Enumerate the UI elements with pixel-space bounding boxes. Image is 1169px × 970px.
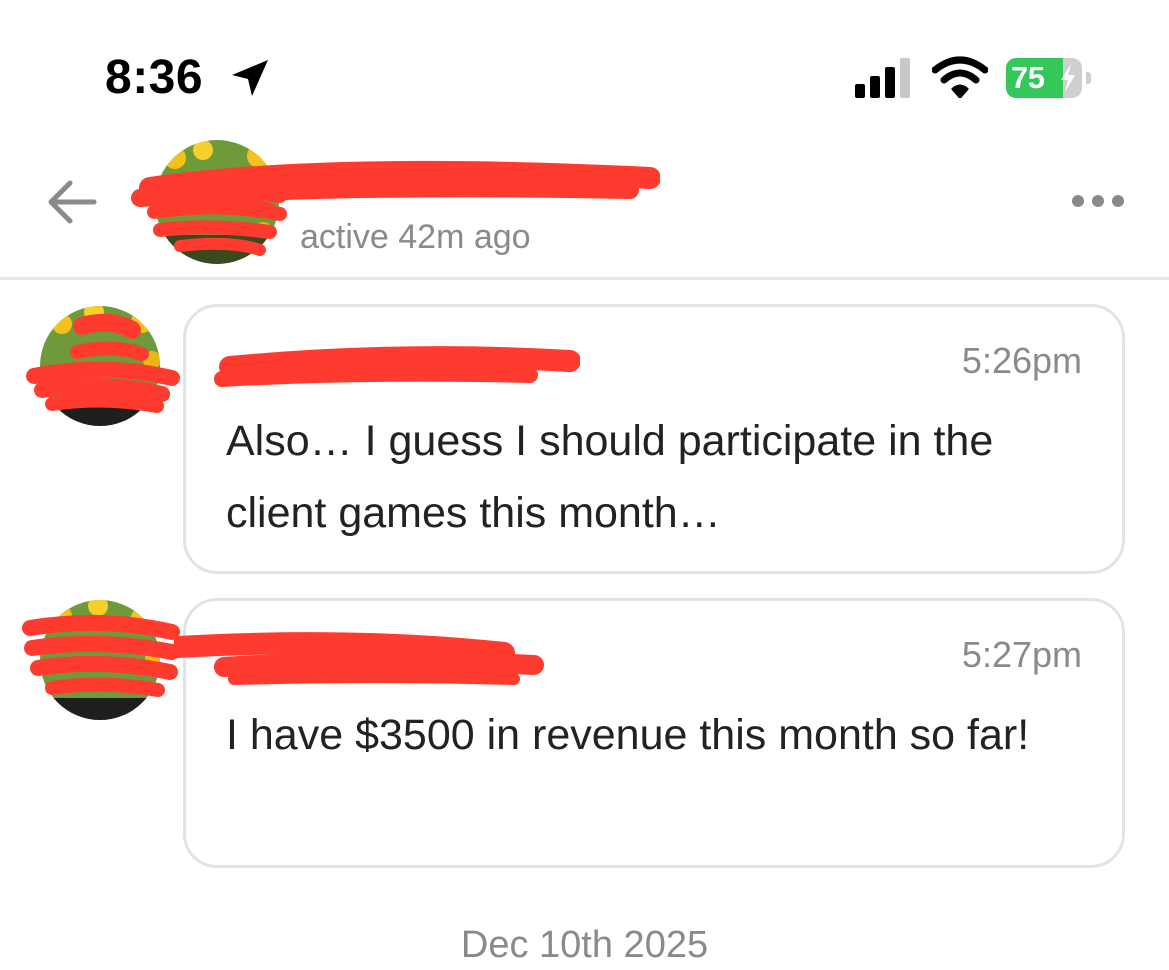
- message-bubble[interactable]: 5:27pm I have $3500 in revenue this mont…: [174, 598, 1125, 868]
- message-bubble[interactable]: 5:26pm Also… I guess I should participat…: [183, 304, 1125, 574]
- back-arrow-icon[interactable]: [46, 176, 98, 228]
- battery-body: 75: [1006, 58, 1082, 98]
- avatar-redaction: [143, 182, 287, 256]
- conversation-header: active 42m ago: [0, 140, 1169, 280]
- battery-indicator: 75: [1006, 58, 1091, 98]
- sender-name-redaction: [174, 632, 544, 685]
- sender-avatar[interactable]: [22, 598, 182, 722]
- message-text: I have $3500 in revenue this month so fa…: [226, 711, 1030, 759]
- battery-tip: [1086, 72, 1091, 84]
- date-divider: Dec 10th 2025: [460, 924, 709, 966]
- sender-avatar[interactable]: [22, 304, 182, 428]
- message-timestamp: 5:27pm: [961, 634, 1082, 675]
- wifi-icon: [932, 56, 988, 98]
- message-text: Also… I guess I should participate in th…: [226, 417, 994, 537]
- battery-charging-icon: [1061, 64, 1075, 92]
- cellular-signal-icon: [855, 58, 910, 98]
- sender-name-redaction: [214, 346, 580, 387]
- more-horizontal-icon[interactable]: [1068, 186, 1128, 216]
- status-time: 8:36: [105, 51, 204, 104]
- battery-level: 75: [1011, 60, 1045, 95]
- message-timestamp: 5:26pm: [961, 340, 1082, 381]
- location-arrow-icon: [232, 60, 268, 96]
- status-bar: 8:36 75: [0, 0, 1169, 140]
- last-active-status: active 42m ago: [300, 218, 531, 256]
